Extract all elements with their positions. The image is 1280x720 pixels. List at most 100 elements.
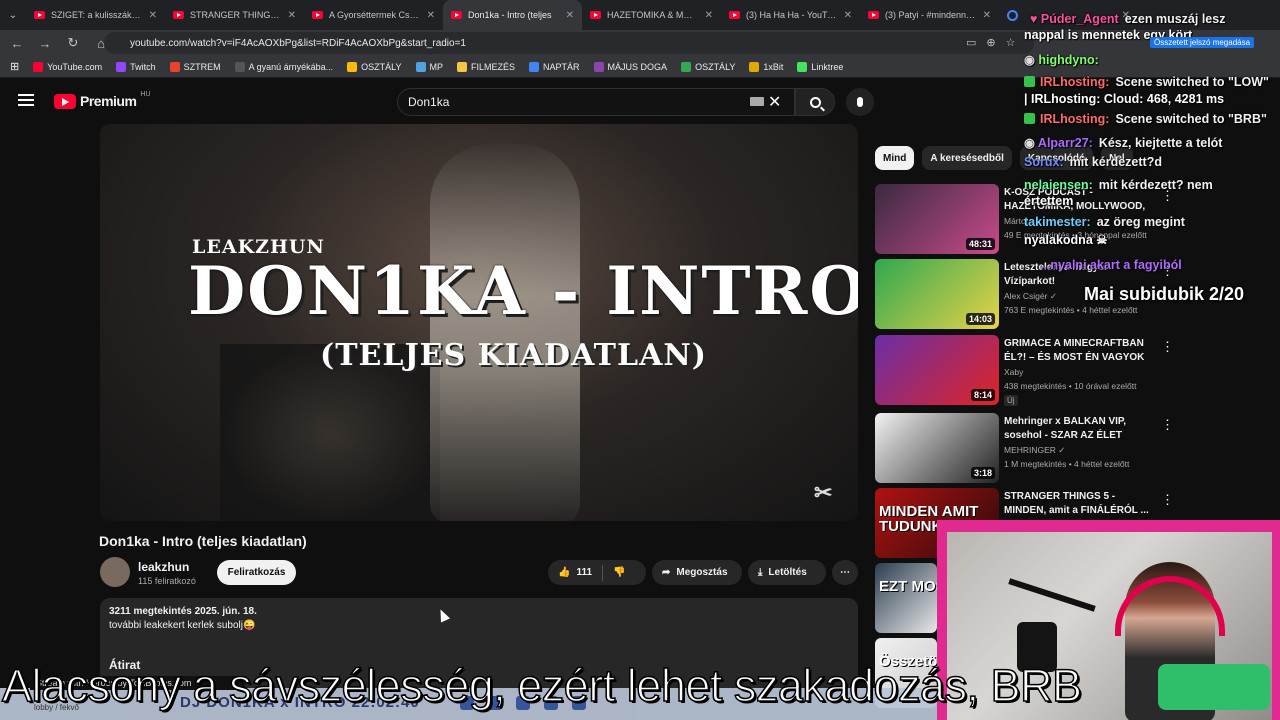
like-count[interactable]: 111 — [576, 567, 592, 578]
like-dislike-group: 👍 111 👎 — [548, 560, 646, 585]
close-tab-icon[interactable]: ✕ — [705, 10, 713, 21]
browser-tab[interactable]: (3) Ha Ha Ha - YouTube ✕ — [721, 0, 860, 30]
tab-strip: SZIGET: a kulisszák mögü✕STRANGER THINGS… — [26, 0, 1138, 30]
bookmark-favicon-icon — [33, 61, 44, 72]
video-player[interactable]: LEAKZHUN DON1KA - INTRO (TELJES KIADATLA… — [100, 124, 858, 521]
video-thumbnail[interactable]: EZT MOS — [875, 563, 937, 633]
close-tab-icon[interactable]: ✕ — [566, 10, 574, 21]
more-options-icon[interactable]: ⋮ — [1161, 417, 1174, 433]
clear-search-icon[interactable]: ✕ — [768, 92, 781, 112]
bookmark-favicon-icon — [116, 61, 127, 72]
tab-search-icon[interactable]: ⌄ — [0, 0, 26, 30]
view-count-date: 3211 megtekintés 2025. jún. 18. — [109, 606, 257, 617]
chat-username: highdyno: — [1038, 53, 1099, 67]
bookmark-item[interactable]: MP — [415, 61, 443, 72]
bookmark-item[interactable]: 1xBit — [749, 61, 784, 72]
bookmark-label: 1xBit — [763, 61, 784, 72]
video-thumbnail[interactable]: 3:18 — [875, 413, 999, 483]
bookmark-item[interactable]: YouTube.com — [33, 61, 102, 72]
subscribe-button[interactable]: Feliratkozás — [217, 560, 296, 585]
video-thumbnail[interactable]: 14:03 — [875, 259, 999, 329]
search-input[interactable]: Don1ka — [397, 88, 795, 116]
filter-chip[interactable]: A keresésedből — [922, 146, 1012, 170]
close-tab-icon[interactable]: ✕ — [844, 10, 852, 21]
reload-icon[interactable]: ↻ — [66, 35, 80, 51]
share-button[interactable]: ➦ Megosztás — [652, 560, 742, 585]
url-text: youtube.com/watch?v=iF4AcAOXbPg&list=RDi… — [130, 37, 466, 49]
recommended-title[interactable]: GRIMACE A MINECRAFTBAN ÉL?! – ÉS MOST ÉN… — [1004, 337, 1154, 365]
browser-tab[interactable]: (3) Patyi - #mindennapo ✕ — [860, 0, 999, 30]
recommended-video[interactable]: EZT MOS — [875, 563, 937, 633]
search-button[interactable] — [795, 88, 835, 116]
video-thumbnail[interactable]: 8:14 — [875, 335, 999, 405]
like-icon[interactable]: 👍 — [558, 567, 570, 578]
more-actions-button[interactable]: ⋯ — [832, 560, 858, 585]
description-text: további leakekert kerlek subolj😜 — [109, 620, 256, 631]
close-tab-icon[interactable]: ✕ — [149, 10, 157, 21]
bookmark-item[interactable]: FILMEZÉS — [457, 61, 515, 72]
bookmark-star-icon[interactable]: ☆ — [1006, 36, 1016, 49]
browser-tab[interactable]: HAZETOMIKA & MOLLYW ✕ — [582, 0, 721, 30]
zoom-icon[interactable]: ⊕ — [986, 36, 995, 49]
heart-icon: ♥ — [1030, 12, 1041, 26]
gift-notice: Összetett jelszó megadása — [1150, 37, 1255, 48]
more-icon: ⋯ — [840, 567, 850, 578]
back-icon[interactable]: ← — [10, 36, 24, 51]
like-divider — [602, 564, 604, 581]
browser-tab[interactable]: STRANGER THINGS 5 - M ✕ — [165, 0, 304, 30]
new-badge: Új — [1004, 395, 1018, 406]
close-tab-icon[interactable]: ✕ — [288, 10, 296, 21]
menu-icon[interactable] — [18, 94, 34, 106]
browser-tab[interactable]: A Gyorséttermek Csúfos B ✕ — [304, 0, 443, 30]
recommended-channel[interactable]: MEHRINGER ✓ — [1004, 445, 1154, 456]
chat-username: takimester: — [1024, 215, 1091, 229]
chat-username: Sorux: — [1024, 155, 1064, 169]
recommended-video[interactable]: 3:18 Mehringer x BALKAN VIP, sosehol - SZ… — [875, 413, 1174, 483]
chat-message: IRLhosting: Scene switched to "BRB" — [1024, 112, 1267, 126]
bookmark-item[interactable]: MÁJUS DOGA — [593, 61, 667, 72]
voice-search-button[interactable] — [846, 88, 874, 116]
bookmark-item[interactable]: OSZTÁLY — [681, 61, 735, 72]
close-tab-icon[interactable]: ✕ — [427, 10, 435, 21]
share-label: Megosztás — [676, 567, 728, 578]
browser-tab[interactable]: SZIGET: a kulisszák mögü ✕ — [26, 0, 165, 30]
video-duration: 48:31 — [965, 238, 995, 250]
download-icon: ⤓ — [758, 567, 763, 578]
chat-message: nyalakodna ☠ — [1024, 232, 1107, 247]
chat-text: Kész, kiejtette a telót — [1098, 136, 1223, 150]
sub-goal-text: Mai subidubik 2/20 — [1084, 284, 1245, 304]
download-button[interactable]: ⤓ Letöltés — [748, 560, 826, 585]
recommended-channel[interactable]: Xaby — [1004, 367, 1154, 377]
filter-chip[interactable]: Mind — [875, 146, 915, 170]
recommended-title[interactable]: STRANGER THINGS 5 - MINDEN, amit a FINÁL… — [1004, 490, 1154, 518]
bookmark-item[interactable]: Twitch — [116, 61, 156, 72]
cast-icon[interactable]: ▭ — [966, 36, 976, 49]
chat-text: nyalakodna — [1024, 233, 1093, 247]
youtube-premium-logo[interactable]: Premium HU — [54, 91, 151, 109]
bookmark-item[interactable]: Linktree — [797, 61, 843, 72]
chat-username: IRLhosting: — [1040, 112, 1110, 126]
chat-text: Scene switched to "BRB" — [1115, 112, 1267, 126]
more-options-icon[interactable]: ⋮ — [1161, 492, 1174, 508]
bookmark-item[interactable]: A gyanú árnyékába... — [234, 61, 333, 72]
forward-icon[interactable]: → — [38, 36, 52, 51]
download-label: Letöltés — [768, 567, 807, 578]
apps-grid-icon[interactable]: ⊞ — [10, 60, 19, 73]
bookmark-item[interactable]: SZTREM — [169, 61, 221, 72]
bookmark-item[interactable]: OSZTÁLY — [347, 61, 402, 72]
more-options-icon[interactable]: ⋮ — [1161, 339, 1174, 355]
chat-message: takimester: az öreg megint — [1024, 215, 1185, 229]
dislike-icon[interactable]: 👎 — [613, 567, 625, 578]
channel-name[interactable]: leakzhun — [138, 560, 189, 574]
recommended-video[interactable]: 8:14 GRIMACE A MINECRAFTBAN ÉL?! – ÉS MOS… — [875, 335, 1174, 406]
channel-avatar[interactable] — [100, 557, 130, 587]
recommended-title[interactable]: Mehringer x BALKAN VIP, sosehol - SZAR A… — [1004, 415, 1154, 443]
chat-username: Púder_Agent — [1040, 12, 1119, 26]
keyboard-icon[interactable] — [750, 97, 764, 106]
url-bar[interactable]: youtube.com/watch?v=iF4AcAOXbPg&list=RDi… — [104, 32, 1034, 54]
browser-tab[interactable]: Don1ka - Intro (teljes ✕ — [443, 0, 582, 30]
bookmark-item[interactable]: NAPTÁR — [529, 61, 580, 72]
close-tab-icon[interactable]: ✕ — [983, 10, 991, 21]
video-thumbnail[interactable]: 48:31 — [875, 184, 999, 254]
bookmark-favicon-icon — [415, 61, 426, 72]
